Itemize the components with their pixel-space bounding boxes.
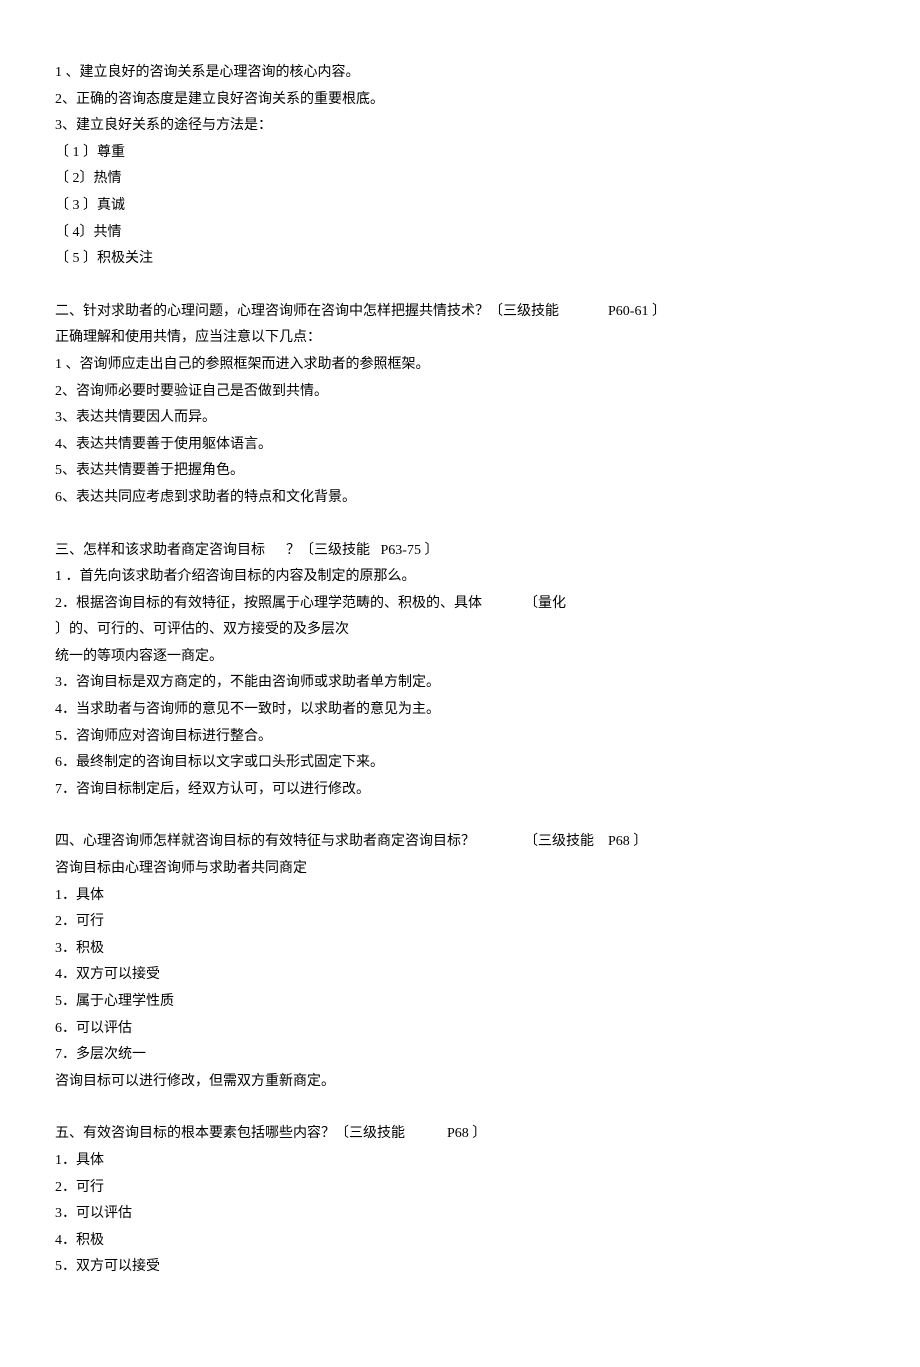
- text-line: 2、正确的咨询态度是建立良好咨询关系的重要根底。: [55, 87, 865, 114]
- text-line: 1．具体: [55, 1148, 865, 1175]
- text-line: 咨询目标由心理咨询师与求助者共同商定: [55, 856, 865, 883]
- text-line: 6．可以评估: [55, 1016, 865, 1043]
- text-line: 二、针对求助者的心理问题，心理咨询师在咨询中怎样把握共情技术？〔三级技能 P60…: [55, 299, 865, 326]
- text-line: 5．属于心理学性质: [55, 989, 865, 1016]
- text-line: 6．最终制定的咨询目标以文字或口头形式固定下来。: [55, 750, 865, 777]
- text-line: 〔 4〕共情: [55, 220, 865, 247]
- text-line: 五、有效咨询目标的根本要素包括哪些内容？〔三级技能 P68 〕: [55, 1121, 865, 1148]
- section-4: 四、心理咨询师怎样就咨询目标的有效特征与求助者商定咨询目标？ 〔三级技能 P68…: [55, 829, 865, 1095]
- text-line: 1 、咨询师应走出自己的参照框架而进入求助者的参照框架。: [55, 352, 865, 379]
- text-line: 7．咨询目标制定后，经双方认可，可以进行修改。: [55, 777, 865, 804]
- text-line: 5、表达共情要善于把握角色。: [55, 458, 865, 485]
- text-line: 正确理解和使用共情，应当注意以下几点：: [55, 325, 865, 352]
- text-line: 〔 1 〕尊重: [55, 140, 865, 167]
- text-line: 2．可行: [55, 1175, 865, 1202]
- text-line: 4．当求助者与咨询师的意见不一致时，以求助者的意见为主。: [55, 697, 865, 724]
- text-line: 5．咨询师应对咨询目标进行整合。: [55, 724, 865, 751]
- text-line: 3、建立良好关系的途径与方法是：: [55, 113, 865, 140]
- text-line: 1 、建立良好的咨询关系是心理咨询的核心内容。: [55, 60, 865, 87]
- text-line: 2、咨询师必要时要验证自己是否做到共情。: [55, 379, 865, 406]
- text-line: 2．根据咨询目标的有效特征，按照属于心理学范畴的、积极的、具体 〔量化: [55, 591, 865, 618]
- text-line: 6、表达共同应考虑到求助者的特点和文化背景。: [55, 485, 865, 512]
- text-line: 5．双方可以接受: [55, 1254, 865, 1281]
- text-line: 4．积极: [55, 1228, 865, 1255]
- section-1: 1 、建立良好的咨询关系是心理咨询的核心内容。 2、正确的咨询态度是建立良好咨询…: [55, 60, 865, 273]
- text-line: 〔 5 〕积极关注: [55, 246, 865, 273]
- text-line: 4、表达共情要善于使用躯体语言。: [55, 432, 865, 459]
- section-2: 二、针对求助者的心理问题，心理咨询师在咨询中怎样把握共情技术？〔三级技能 P60…: [55, 299, 865, 512]
- text-line: 3．可以评估: [55, 1201, 865, 1228]
- section-3: 三、怎样和该求助者商定咨询目标 ？〔三级技能 P63-75 〕 1 ．首先向该求…: [55, 538, 865, 804]
- text-line: 〔 3 〕真诚: [55, 193, 865, 220]
- text-line: 2．可行: [55, 909, 865, 936]
- text-line: 3．积极: [55, 936, 865, 963]
- section-5: 五、有效咨询目标的根本要素包括哪些内容？〔三级技能 P68 〕 1．具体 2．可…: [55, 1121, 865, 1281]
- text-line: 统一的等项内容逐一商定。: [55, 644, 865, 671]
- text-line: 咨询目标可以进行修改，但需双方重新商定。: [55, 1069, 865, 1096]
- text-line: 〕的、可行的、可评估的、双方接受的及多层次: [55, 617, 865, 644]
- text-line: 4．双方可以接受: [55, 962, 865, 989]
- text-line: 3．咨询目标是双方商定的，不能由咨询师或求助者单方制定。: [55, 670, 865, 697]
- text-line: 四、心理咨询师怎样就咨询目标的有效特征与求助者商定咨询目标？ 〔三级技能 P68…: [55, 829, 865, 856]
- text-line: 7．多层次统一: [55, 1042, 865, 1069]
- text-line: 3、表达共情要因人而异。: [55, 405, 865, 432]
- text-line: 1．具体: [55, 883, 865, 910]
- text-line: 1 ．首先向该求助者介绍咨询目标的内容及制定的原那么。: [55, 564, 865, 591]
- text-line: 〔 2〕热情: [55, 166, 865, 193]
- text-line: 三、怎样和该求助者商定咨询目标 ？〔三级技能 P63-75 〕: [55, 538, 865, 565]
